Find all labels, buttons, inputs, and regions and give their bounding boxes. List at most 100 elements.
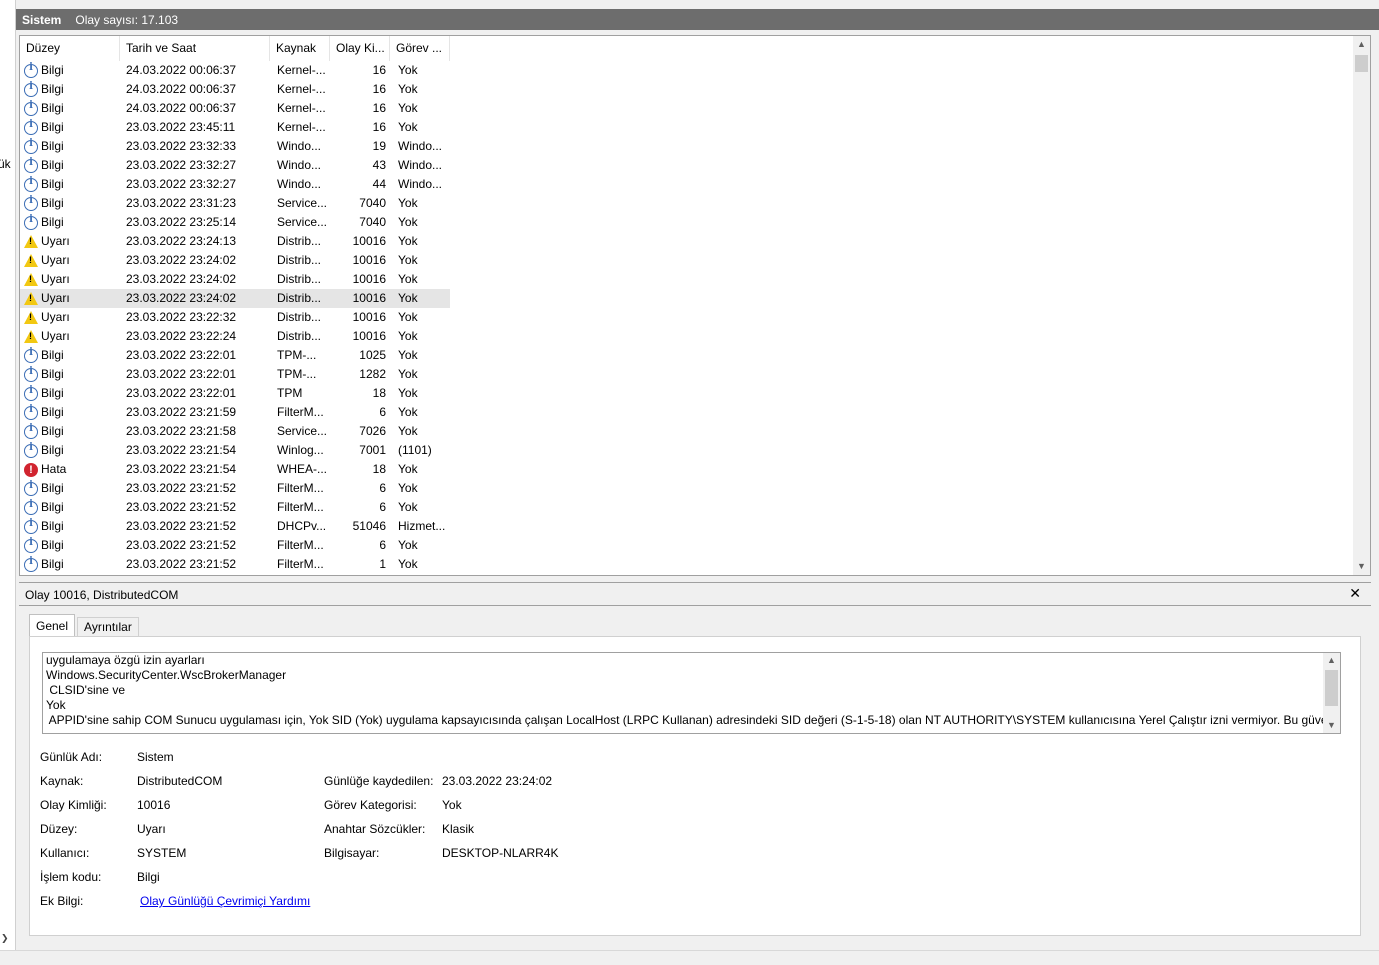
description-line: Windows.SecurityCenter.WscBrokerManager — [46, 668, 287, 682]
description-line: Yok — [46, 698, 66, 712]
table-row[interactable]: Bilgi 23.03.2022 23:45:11 Kernel-... 16 Yok — [20, 118, 450, 137]
level-text: Bilgi — [41, 82, 64, 96]
cell-event-id: 10016 — [352, 291, 386, 305]
event-list-scrollbar[interactable]: ▲ ▼ — [1353, 36, 1370, 575]
cell-date: 23.03.2022 23:32:33 — [126, 139, 237, 153]
cell-event-id: 10016 — [352, 234, 386, 248]
cell-source: TPM-... — [277, 348, 317, 362]
table-row[interactable]: Hata 23.03.2022 23:21:54 WHEA-... 18 Yok — [20, 460, 450, 479]
info-icon — [24, 138, 38, 154]
table-row[interactable]: Bilgi 23.03.2022 23:25:14 Service... 7040 Yo… — [20, 213, 450, 232]
details-divider — [19, 605, 1371, 606]
info-icon — [24, 81, 38, 97]
cell-task: Yok — [398, 462, 418, 476]
cell-task: Yok — [398, 557, 418, 571]
online-help-link[interactable]: Olay Günlüğü Çevrimiçi Yardımı — [140, 894, 310, 910]
cell-source: Kernel-... — [277, 63, 326, 77]
cell-event-id: 16 — [372, 101, 386, 115]
table-row[interactable]: Uyarı 23.03.2022 23:24:02 Distrib... 10016 Y… — [20, 270, 450, 289]
cell-level: Bilgi — [20, 365, 120, 384]
cell-source: Windo... — [277, 139, 322, 153]
cell-source: Windo... — [277, 158, 322, 172]
tab-details[interactable]: Ayrıntılar — [77, 617, 139, 636]
column-header-level[interactable]: Düzey — [20, 36, 120, 61]
table-row[interactable]: Uyarı 23.03.2022 23:22:24 Distrib... 10016 Y… — [20, 327, 450, 346]
level-text: Bilgi — [41, 177, 64, 191]
table-row[interactable]: Bilgi 24.03.2022 00:06:37 Kernel-... 16 Yok — [20, 61, 450, 80]
table-row[interactable]: Bilgi 23.03.2022 23:21:52 FilterM... 6 Yok — [20, 479, 450, 498]
table-row[interactable]: Bilgi 23.03.2022 23:22:01 TPM 18 Yok — [20, 384, 450, 403]
expand-arrow-icon[interactable]: ❯ — [1, 933, 9, 944]
level-text: Bilgi — [41, 481, 64, 495]
column-header-source[interactable]: Kaynak — [270, 36, 330, 61]
general-tab-panel: uygulamaya özgü izin ayarları Windows.Se… — [29, 636, 1361, 936]
prop-label-computer: Bilgisayar: — [324, 846, 380, 860]
table-row[interactable]: Bilgi 23.03.2022 23:21:58 Service... 7026 Yo… — [20, 422, 450, 441]
cell-task: Yok — [398, 500, 418, 514]
table-row[interactable]: Uyarı 23.03.2022 23:24:02 Distrib... 10016 Y… — [20, 289, 450, 308]
table-row[interactable]: Bilgi 23.03.2022 23:32:27 Windo... 44 Windo.… — [20, 175, 450, 194]
cell-level: Bilgi — [20, 213, 120, 232]
info-icon — [24, 499, 38, 515]
table-row[interactable]: Bilgi 23.03.2022 23:32:33 Windo... 19 Windo.… — [20, 137, 450, 156]
details-tabs: Genel Ayrıntılar — [29, 614, 141, 637]
prop-label-task-category: Görev Kategorisi: — [324, 798, 417, 812]
table-row[interactable]: Bilgi 23.03.2022 23:22:01 TPM-... 1282 Yok — [20, 365, 450, 384]
prop-value-logged: 23.03.2022 23:24:02 — [442, 774, 553, 788]
cell-task: Yok — [398, 424, 418, 438]
cell-event-id: 10016 — [352, 272, 386, 286]
prop-value-computer: DESKTOP-NLARR4K — [442, 846, 559, 860]
table-row[interactable]: Bilgi 23.03.2022 23:21:54 Winlog... 7001 (11… — [20, 441, 450, 460]
details-title: Olay 10016, DistributedCOM — [25, 588, 179, 602]
table-row[interactable]: Bilgi 24.03.2022 00:06:37 Kernel-... 16 Yok — [20, 80, 450, 99]
description-line: APPID'sine sahip COM Sunucu uygulaması i… — [46, 713, 1341, 727]
cell-event-id: 16 — [372, 82, 386, 96]
cell-task: Yok — [398, 291, 418, 305]
table-row[interactable]: Uyarı 23.03.2022 23:24:02 Distrib... 10016 Y… — [20, 251, 450, 270]
table-row[interactable]: Bilgi 24.03.2022 00:06:37 Kernel-... 16 Yok — [20, 99, 450, 118]
cell-task: Yok — [398, 481, 418, 495]
level-text: Bilgi — [41, 386, 64, 400]
tree-pane[interactable]: ük ❯ — [0, 0, 16, 950]
table-row[interactable]: Bilgi 23.03.2022 23:21:52 FilterM... 6 Yok — [20, 536, 450, 555]
description-scrollbar[interactable]: ▲ ▼ — [1323, 653, 1340, 733]
table-row[interactable]: Bilgi 23.03.2022 23:21:52 FilterM... 1 Yok — [20, 555, 450, 574]
event-details-pane: Olay 10016, DistributedCOM ✕ Genel Ayrın… — [19, 582, 1371, 944]
prop-value-level: Uyarı — [137, 822, 166, 836]
column-header-task[interactable]: Görev ... — [390, 36, 450, 61]
scroll-down-icon[interactable]: ▼ — [1323, 718, 1340, 733]
table-row[interactable]: Bilgi 23.03.2022 23:22:01 TPM-... 1025 Yok — [20, 346, 450, 365]
event-list[interactable]: Düzey Tarih ve Saat Kaynak Olay Ki... Gö… — [19, 35, 1371, 576]
prop-value-event-id: 10016 — [137, 798, 171, 812]
cell-level: Uyarı — [20, 289, 120, 308]
cell-level: Bilgi — [20, 175, 120, 194]
column-header-event-id[interactable]: Olay Ki... — [330, 36, 390, 61]
cell-level: Bilgi — [20, 99, 120, 118]
table-row[interactable]: Bilgi 23.03.2022 23:32:27 Windo... 43 Windo.… — [20, 156, 450, 175]
scroll-up-icon[interactable]: ▲ — [1353, 36, 1370, 53]
scroll-thumb[interactable] — [1355, 55, 1368, 72]
table-row[interactable]: Bilgi 23.03.2022 23:31:23 Service... 7040 Yo… — [20, 194, 450, 213]
cell-source: DHCPv... — [277, 519, 327, 533]
table-row[interactable]: Bilgi 23.03.2022 23:21:52 DHCPv... 51046 Hiz… — [20, 517, 450, 536]
tree-item-fragment[interactable]: ük — [0, 157, 11, 171]
table-row[interactable]: Bilgi 23.03.2022 23:21:59 FilterM... 6 Yok — [20, 403, 450, 422]
table-row[interactable]: Uyarı 23.03.2022 23:22:32 Distrib... 10016 Y… — [20, 308, 450, 327]
cell-date: 23.03.2022 23:21:54 — [126, 462, 237, 476]
cell-level: Uyarı — [20, 308, 120, 327]
prop-label-logged: Günlüğe kaydedilen: — [324, 774, 434, 788]
scroll-thumb[interactable] — [1325, 670, 1338, 706]
column-header-date[interactable]: Tarih ve Saat — [120, 36, 270, 61]
table-row[interactable]: Bilgi 23.03.2022 23:21:52 FilterM... 6 Yok — [20, 498, 450, 517]
cell-level: Bilgi — [20, 498, 120, 517]
prop-label-log-name: Günlük Adı: — [40, 750, 103, 764]
cell-event-id: 6 — [379, 538, 386, 552]
scroll-up-icon[interactable]: ▲ — [1323, 653, 1340, 668]
cell-task: (1101) — [398, 443, 432, 457]
tab-general[interactable]: Genel — [29, 614, 76, 637]
close-icon[interactable]: ✕ — [1349, 585, 1361, 602]
table-row[interactable]: Uyarı 23.03.2022 23:24:13 Distrib... 10016 Y… — [20, 232, 450, 251]
scroll-down-icon[interactable]: ▼ — [1353, 558, 1370, 575]
event-description-box[interactable]: uygulamaya özgü izin ayarları Windows.Se… — [42, 652, 1341, 734]
cell-event-id: 1282 — [359, 367, 386, 381]
